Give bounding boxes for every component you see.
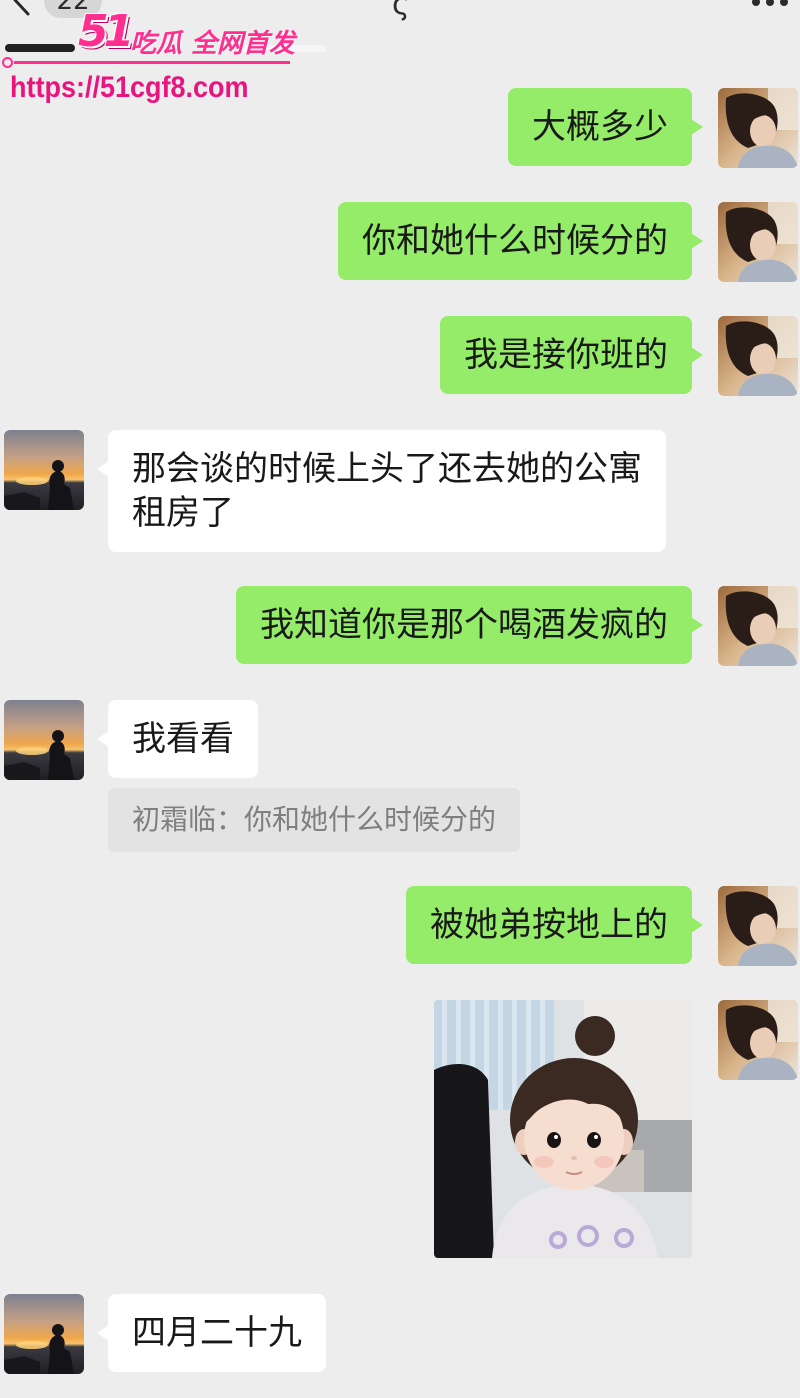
- message-row: 我知道你是那个喝酒发疯的: [0, 586, 800, 666]
- message-text: 那会谈的时候上头了还去她的公寓租房了: [132, 449, 642, 533]
- chat-title: ς: [392, 0, 410, 22]
- contact-avatar[interactable]: [4, 430, 84, 510]
- received-message-bubble[interactable]: 那会谈的时候上头了还去她的公寓租房了: [97, 430, 666, 552]
- chat-screen: 22 ς 51 吃瓜 全网首发 https://51cgf8.com 大概多少 …: [0, 0, 800, 1398]
- self-avatar[interactable]: [718, 886, 798, 966]
- self-avatar[interactable]: [718, 88, 798, 168]
- self-portrait-avatar: [718, 88, 798, 168]
- self-portrait-avatar: [718, 886, 798, 966]
- self-portrait-avatar: [718, 316, 798, 396]
- self-portrait-avatar: [718, 1000, 798, 1080]
- self-avatar[interactable]: [718, 586, 798, 666]
- watermark-decor-bar: [5, 44, 75, 52]
- more-dots-icon-glyph: [752, 0, 788, 6]
- watermark-decor-dot: [2, 57, 13, 68]
- watermark-brand-number: 51: [78, 6, 134, 57]
- message-text: 我知道你是那个喝酒发疯的: [260, 605, 668, 645]
- message-row: [0, 1000, 800, 1258]
- self-portrait-avatar: [718, 586, 798, 666]
- contact-avatar[interactable]: [4, 700, 84, 780]
- quoted-message-text: 初霜临：你和她什么时候分的: [132, 803, 497, 836]
- received-message-bubble[interactable]: 我看看: [97, 700, 258, 778]
- sent-message-bubble[interactable]: 被她弟按地上的: [406, 886, 703, 964]
- watermark-underline: [14, 61, 290, 64]
- message-text: 我是接你班的: [464, 335, 668, 375]
- child-photo-image[interactable]: [434, 1000, 692, 1258]
- more-dots-icon[interactable]: [750, 0, 790, 8]
- message-text: 大概多少: [532, 107, 668, 147]
- self-portrait-avatar: [718, 202, 798, 282]
- watermark-brand-text: 吃瓜 全网首发: [130, 29, 296, 59]
- sent-message-bubble[interactable]: 我知道你是那个喝酒发疯的: [236, 586, 703, 664]
- self-avatar[interactable]: [718, 1000, 798, 1080]
- child-photo-artwork: [434, 1000, 692, 1258]
- message-row: 被她弟按地上的: [0, 886, 800, 966]
- message-row: 四月二十九: [0, 1294, 800, 1374]
- contact-avatar[interactable]: [4, 1294, 84, 1374]
- sent-message-bubble[interactable]: 我是接你班的: [440, 316, 703, 394]
- self-avatar[interactable]: [718, 202, 798, 282]
- received-message-bubble[interactable]: 四月二十九: [97, 1294, 326, 1372]
- message-text: 四月二十九: [132, 1313, 302, 1353]
- message-row: 我是接你班的: [0, 316, 800, 396]
- message-text: 你和她什么时候分的: [362, 221, 668, 261]
- message-row: 大概多少: [0, 88, 800, 168]
- message-row: 你和她什么时候分的: [0, 202, 800, 282]
- quoted-message[interactable]: 初霜临：你和她什么时候分的: [108, 788, 520, 852]
- sunset-silhouette-avatar: [4, 700, 84, 780]
- sent-message-bubble[interactable]: 大概多少: [508, 88, 703, 166]
- self-avatar[interactable]: [718, 316, 798, 396]
- sunset-silhouette-avatar: [4, 1294, 84, 1374]
- message-text: 被她弟按地上的: [430, 905, 668, 945]
- sent-message-bubble[interactable]: 你和她什么时候分的: [338, 202, 703, 280]
- sunset-silhouette-avatar: [4, 430, 84, 510]
- message-row: 我看看 初霜临：你和她什么时候分的: [0, 700, 800, 852]
- message-row: 那会谈的时候上头了还去她的公寓租房了: [0, 430, 800, 552]
- message-text: 我看看: [132, 719, 234, 759]
